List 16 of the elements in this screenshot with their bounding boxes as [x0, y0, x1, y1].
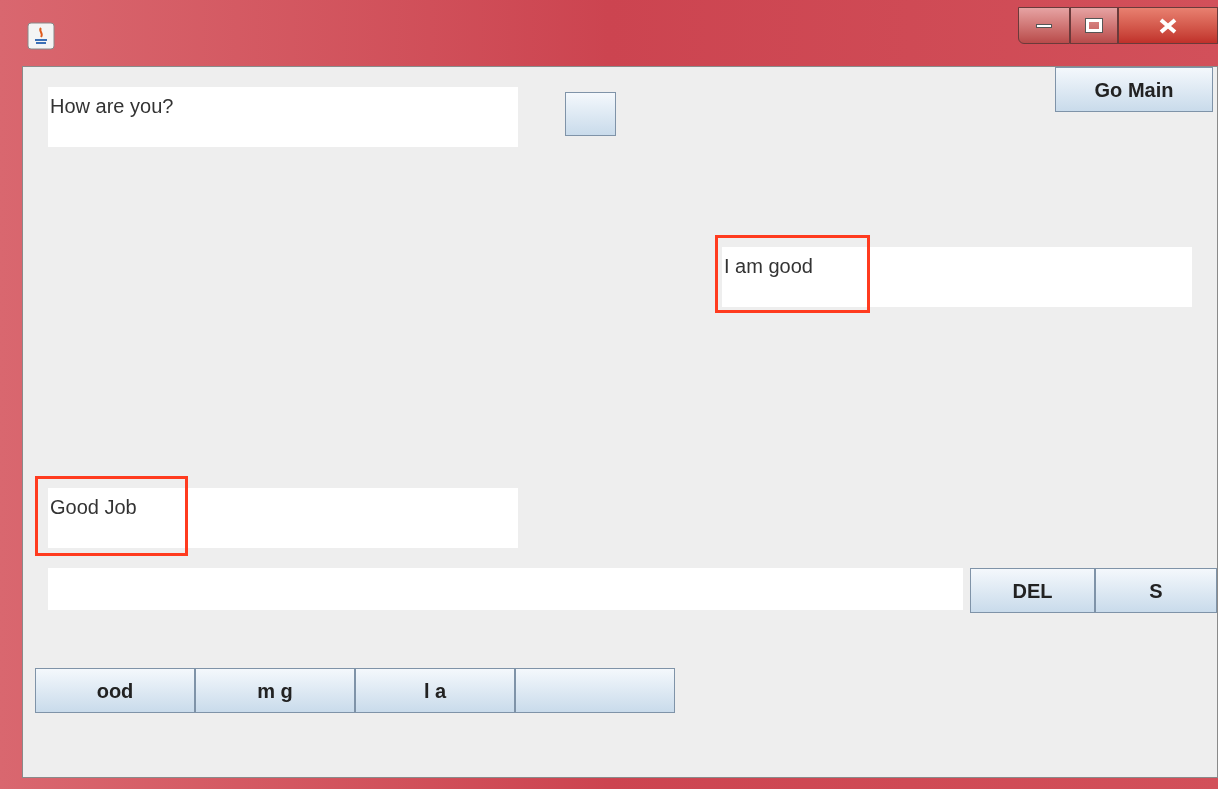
minimize-button[interactable] [1018, 7, 1070, 44]
letter-button[interactable] [515, 668, 675, 713]
action-button[interactable]: S [1095, 568, 1217, 613]
close-icon [1158, 17, 1178, 34]
app-icon [27, 22, 55, 50]
go-main-button[interactable]: Go Main [1055, 67, 1213, 112]
message-field[interactable]: I am good [722, 247, 1192, 307]
close-button[interactable] [1118, 7, 1218, 44]
small-button[interactable] [565, 92, 616, 136]
letter-button[interactable]: m g [195, 668, 355, 713]
message-field[interactable]: Good Job [48, 488, 518, 548]
maximize-button[interactable] [1070, 7, 1118, 44]
message-field[interactable]: How are you? [48, 87, 518, 147]
letter-button[interactable]: ood [35, 668, 195, 713]
action-button[interactable]: DEL [970, 568, 1095, 613]
letter-button[interactable]: l a [355, 668, 515, 713]
